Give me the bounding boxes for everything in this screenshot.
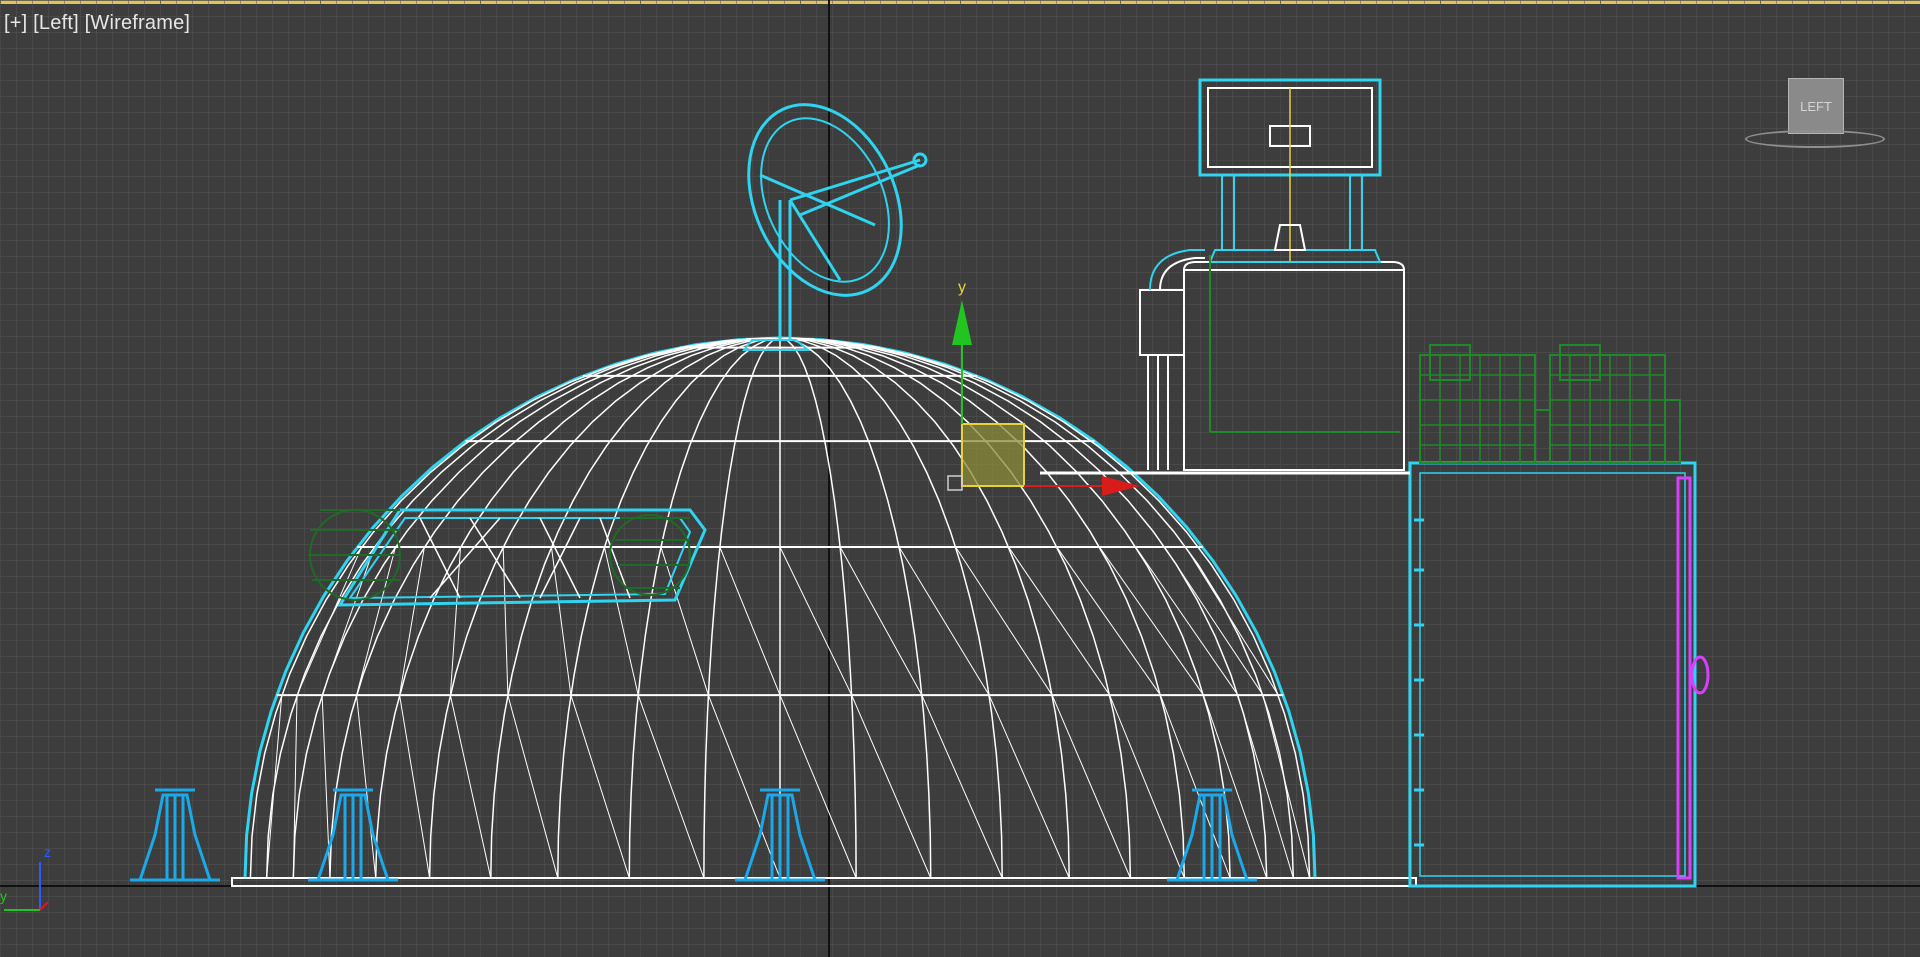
- viewport-shading-menu[interactable]: [Wireframe]: [85, 12, 191, 34]
- gizmo-y-label: y: [958, 279, 966, 296]
- viewcube[interactable]: LEFT: [1745, 76, 1885, 150]
- viewcube-face-left[interactable]: LEFT: [1788, 78, 1844, 134]
- tripod-z-label: z: [44, 844, 51, 860]
- axis-tripod-icon: z y: [0, 840, 70, 920]
- viewcube-compass-ring[interactable]: [1745, 130, 1885, 148]
- scene-canvas[interactable]: y: [0, 0, 1920, 957]
- grid: [0, 0, 1920, 957]
- viewport-point-of-view-menu[interactable]: [Left]: [33, 12, 79, 34]
- viewport-left-wireframe[interactable]: y [+] [Left] [Wireframe] LEFT z y: [0, 0, 1920, 957]
- viewport-general-menu[interactable]: [+]: [4, 12, 27, 34]
- viewport-label-menu: [+] [Left] [Wireframe]: [4, 12, 190, 35]
- tripod-y-label: y: [0, 888, 7, 904]
